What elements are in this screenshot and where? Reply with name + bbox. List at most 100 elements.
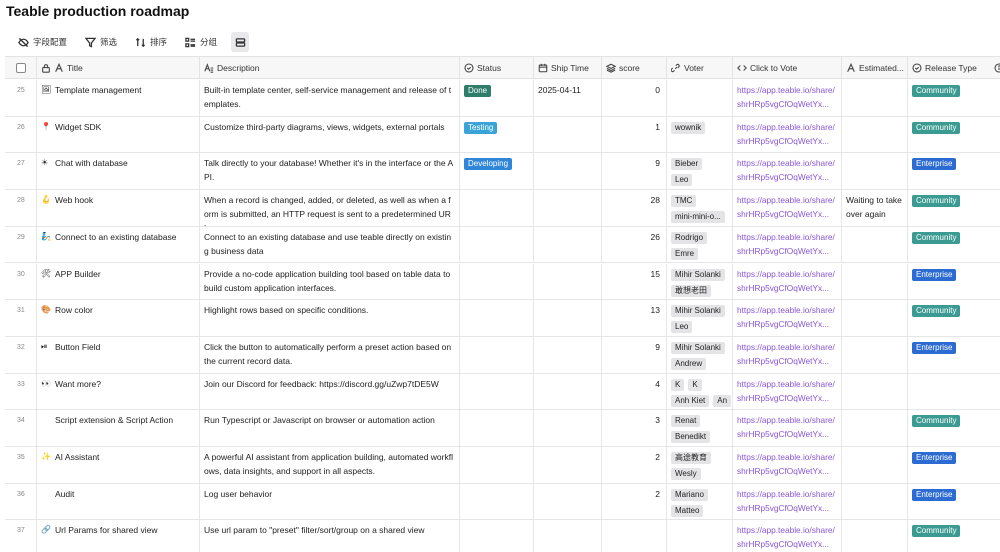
header-score[interactable]: score: [602, 57, 667, 79]
score-cell[interactable]: 28: [602, 190, 667, 226]
row-index[interactable]: 31: [5, 300, 37, 336]
voter-cell[interactable]: K K Anh Kiet An: [667, 373, 733, 410]
voter-tag[interactable]: wownik: [671, 121, 706, 134]
ship-time-cell[interactable]: [534, 483, 602, 520]
ship-time-cell[interactable]: [534, 300, 602, 336]
voter-tag[interactable]: TMC: [671, 195, 697, 208]
release-type-cell[interactable]: Enterprise: [908, 153, 1000, 189]
release-type-cell[interactable]: Enterprise: [908, 484, 1000, 520]
estimated-cell[interactable]: [842, 263, 908, 300]
voter-tag[interactable]: Matteo: [671, 504, 704, 517]
description-cell[interactable]: Customize third-party diagrams, views, w…: [200, 116, 460, 153]
vote-link-cell[interactable]: https://app.teable.io/share/shrHRp5vgCfO…: [733, 373, 842, 410]
description-cell[interactable]: Click the button to automatically perfor…: [200, 336, 460, 373]
score-cell[interactable]: 15: [602, 263, 667, 300]
row-index[interactable]: 32: [5, 336, 37, 373]
voter-tag[interactable]: Mihir Solanki: [671, 305, 725, 318]
voter-tag[interactable]: An: [713, 394, 732, 407]
table-row[interactable]: 32 ⏯ Button Field Click the button to autom…: [5, 336, 1000, 374]
voter-tag[interactable]: 高途教育: [671, 452, 711, 464]
title-cell[interactable]: 🔗 Url Params for shared view: [37, 520, 200, 552]
title-cell[interactable]: 🧞 Connect to an existing database: [37, 226, 200, 263]
description-cell[interactable]: Talk directly to your database! Whether …: [200, 153, 460, 190]
row-height-button[interactable]: [231, 32, 250, 52]
description-cell[interactable]: Built-in template center, self-service m…: [200, 80, 460, 116]
vote-link-cell-text[interactable]: https://app.teable.io/share/shrHRp5vgCfO…: [737, 415, 835, 439]
release-type-cell[interactable]: Community: [908, 190, 1000, 226]
voter-tag[interactable]: Mariano: [671, 488, 708, 501]
vote-link-cell[interactable]: https://app.teable.io/share/shrHRp5vgCfO…: [733, 300, 842, 336]
ship-time-cell[interactable]: [534, 336, 602, 373]
description-cell[interactable]: Join our Discord for feedback: https://d…: [200, 373, 460, 410]
vote-link-cell-text[interactable]: https://app.teable.io/share/shrHRp5vgCfO…: [737, 85, 835, 109]
vote-link-cell[interactable]: https://app.teable.io/share/shrHRp5vgCfO…: [733, 263, 842, 300]
ship-time-cell[interactable]: [534, 153, 602, 190]
estimated-cell[interactable]: [842, 300, 908, 336]
ship-time-cell[interactable]: [534, 190, 602, 226]
estimated-cell[interactable]: [842, 153, 908, 190]
status-cell[interactable]: [460, 263, 534, 300]
description-cell[interactable]: Provide a no-code application building t…: [200, 263, 460, 300]
row-index[interactable]: 33: [5, 373, 37, 410]
estimated-cell[interactable]: Waiting to take over again: [842, 190, 908, 226]
voter-cell[interactable]: TMC mini-mini-o...: [667, 190, 733, 226]
release-type-cell[interactable]: Community: [908, 80, 1000, 116]
row-index[interactable]: 37: [5, 520, 37, 552]
header-ship-time[interactable]: Ship Time: [534, 57, 602, 79]
vote-link-cell-text[interactable]: https://app.teable.io/share/shrHRp5vgCfO…: [737, 232, 835, 256]
title-cell[interactable]: ✨ AI Assistant: [37, 447, 200, 483]
description-cell[interactable]: Connect to an existing database and use …: [200, 226, 460, 263]
row-index[interactable]: 26: [5, 116, 37, 153]
table-row[interactable]: 27 ☀ Chat with database Talk directly to yo…: [5, 153, 1000, 191]
header-status[interactable]: Status: [460, 57, 534, 79]
table-row[interactable]: 28 🪝 Web hook When a record is changed, add…: [5, 190, 1000, 227]
table-row[interactable]: 33 👀 Want more? Join our Discord for feedba…: [5, 373, 1000, 411]
description-cell[interactable]: A powerful AI assistant from application…: [200, 447, 460, 483]
title-cell[interactable]: 🪝 Web hook: [37, 190, 200, 226]
vote-link-cell[interactable]: https://app.teable.io/share/shrHRp5vgCfO…: [733, 520, 842, 552]
header-voter[interactable]: Voter: [667, 57, 733, 79]
header-title[interactable]: Title: [37, 57, 200, 79]
score-cell[interactable]: 4: [602, 373, 667, 410]
row-index[interactable]: 28: [5, 190, 37, 226]
table-row[interactable]: 37 🔗 Url Params for shared view Use url par…: [5, 520, 1000, 552]
voter-cell[interactable]: Mihir Solanki敢想老田Lit: [667, 263, 733, 300]
voter-tag[interactable]: Wesly: [671, 468, 701, 480]
estimated-cell[interactable]: [842, 520, 908, 552]
vote-link-cell[interactable]: https://app.teable.io/share/shrHRp5vgCfO…: [733, 447, 842, 483]
voter-tag[interactable]: Renat: [671, 415, 701, 428]
vote-link-cell[interactable]: https://app.teable.io/share/shrHRp5vgCfO…: [733, 80, 842, 116]
score-cell[interactable]: 9: [602, 336, 667, 373]
voter-tag[interactable]: Mihir Solanki: [671, 268, 725, 281]
ship-time-cell[interactable]: [534, 116, 602, 153]
estimated-cell[interactable]: [842, 226, 908, 263]
table-row[interactable]: 36 Audit Log user behavior 2 Mariano Matteo ht…: [5, 483, 1000, 521]
voter-tag[interactable]: Leo: [671, 174, 693, 187]
score-cell[interactable]: 26: [602, 226, 667, 263]
title-cell[interactable]: Script extension & Script Action: [37, 410, 200, 446]
description-cell[interactable]: Run Typescript or Javascript on browser …: [200, 410, 460, 446]
title-cell[interactable]: 🖼 Template management: [37, 80, 200, 116]
sort-button[interactable]: 排序: [131, 32, 171, 52]
voter-tag[interactable]: K: [671, 378, 685, 391]
description-cell[interactable]: Use url param to "preset" filter/sort/gr…: [200, 520, 460, 552]
ship-time-cell[interactable]: [534, 410, 602, 446]
vote-link-cell-text[interactable]: https://app.teable.io/share/shrHRp5vgCfO…: [737, 269, 835, 293]
score-cell[interactable]: 2: [602, 483, 667, 520]
voter-cell[interactable]: Mihir SolankiAndrewAnd: [667, 336, 733, 373]
score-cell[interactable]: 13: [602, 300, 667, 336]
vote-link-cell[interactable]: https://app.teable.io/share/shrHRp5vgCfO…: [733, 483, 842, 520]
row-index[interactable]: 35: [5, 447, 37, 483]
table-row[interactable]: 30 🛠 APP Builder Provide a no-code applicat…: [5, 263, 1000, 301]
voter-tag[interactable]: Leo: [671, 321, 693, 334]
voter-tag[interactable]: Rodrigo: [671, 231, 708, 244]
status-cell[interactable]: Done: [460, 80, 534, 116]
voter-cell[interactable]: RodrigoEmreKe Do: [667, 226, 733, 263]
table-row[interactable]: 29 🧞 Connect to an existing database Connec…: [5, 226, 1000, 264]
table-row[interactable]: 31 🎨 Row color Highlight rows based on spec…: [5, 300, 1000, 337]
info-icon[interactable]: [994, 63, 1000, 73]
table-row[interactable]: 34 Script extension & Script Action Run Ty…: [5, 410, 1000, 447]
vote-link-cell[interactable]: https://app.teable.io/share/shrHRp5vgCfO…: [733, 190, 842, 226]
vote-link-cell-text[interactable]: https://app.teable.io/share/shrHRp5vgCfO…: [737, 305, 835, 329]
voter-tag[interactable]: 敢想老田: [671, 284, 711, 297]
